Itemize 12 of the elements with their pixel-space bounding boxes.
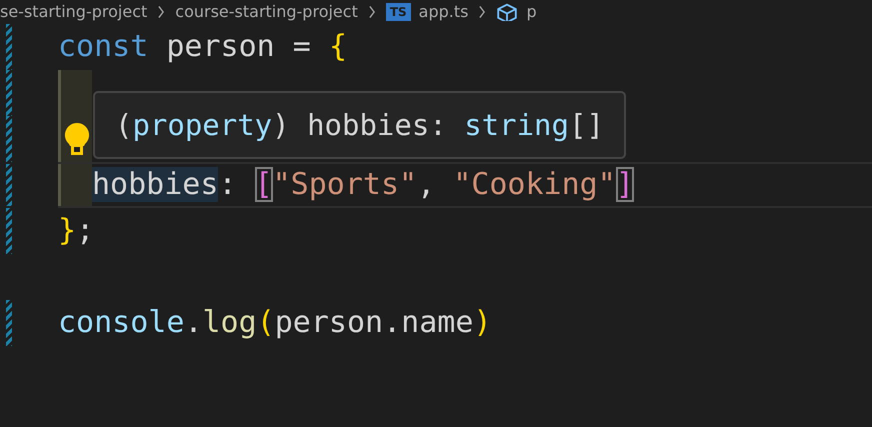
lightbulb-icon[interactable]	[64, 122, 90, 156]
breadcrumb-item[interactable]: p	[526, 1, 537, 23]
breadcrumb-item[interactable]: app.ts	[418, 1, 468, 23]
breadcrumb-item[interactable]: course-starting-project	[175, 1, 358, 23]
hover-tooltip: (property) hobbies: string[]	[93, 91, 626, 159]
breadcrumb-item[interactable]: se-starting-project	[0, 1, 148, 23]
typescript-file-icon: TS	[386, 3, 411, 21]
code-line: const person = {	[58, 28, 347, 66]
cube-icon	[496, 3, 518, 21]
code-line: };	[58, 212, 94, 250]
code-line: console.log(person.name)	[58, 304, 492, 342]
code-line: hobbies: ["Sports", "Cooking"]	[92, 166, 634, 204]
